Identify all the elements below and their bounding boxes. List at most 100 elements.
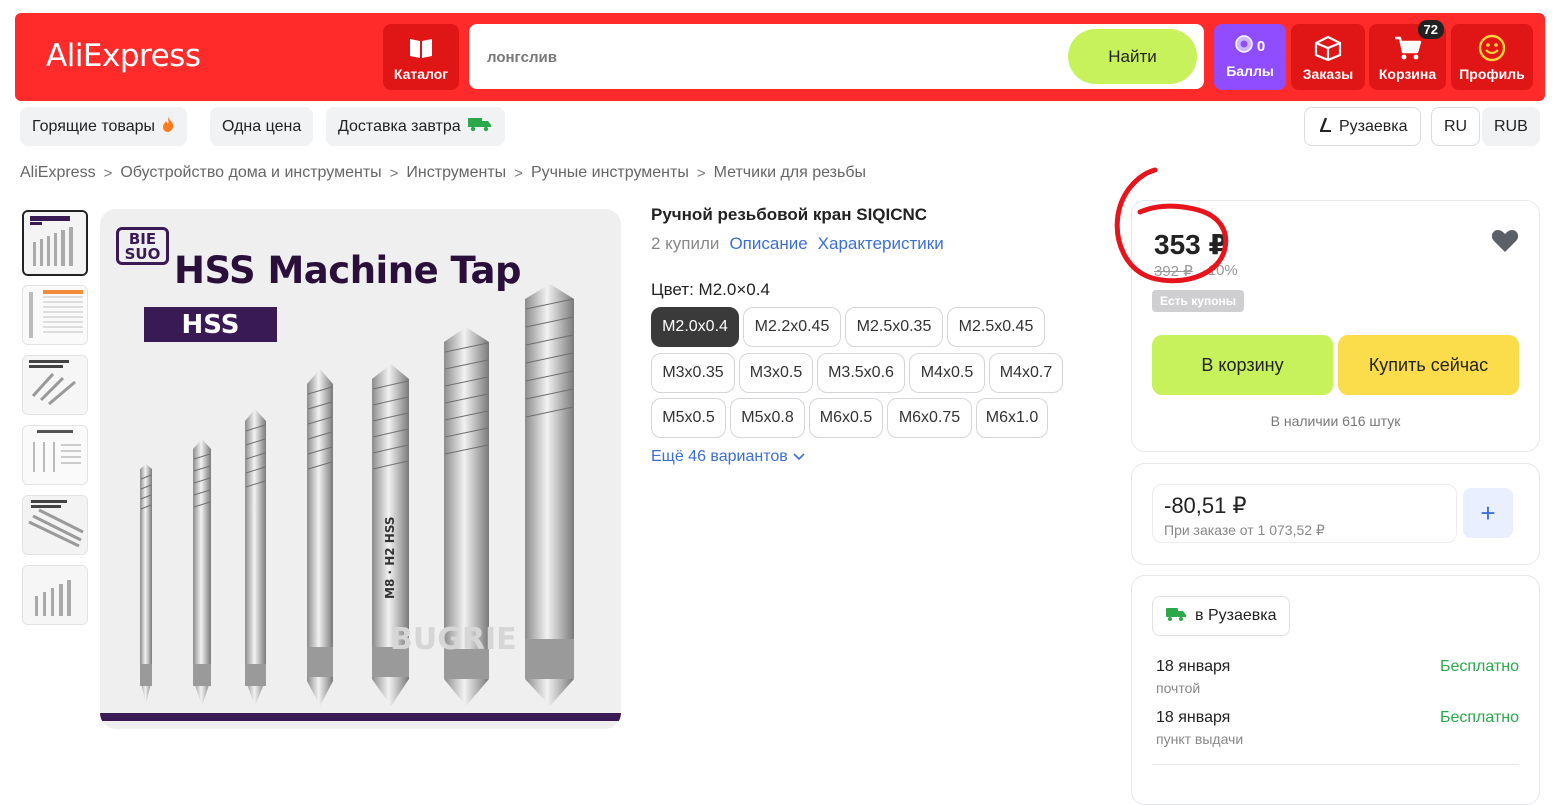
add-to-cart-button[interactable]: В корзину <box>1152 335 1333 395</box>
tap-shank-text: M8 · H2 HSS <box>383 516 397 599</box>
thumbnail-1[interactable] <box>22 210 88 276</box>
breadcrumb-item[interactable]: Инструменты <box>406 164 506 182</box>
delivery-method: пункт выдачи <box>1156 731 1244 747</box>
catalog-button[interactable]: Каталог <box>383 24 459 90</box>
top-header: AliExpress Каталог Найти 0 Баллы Заказы … <box>15 13 1545 101</box>
delivery-card: в Рузаевка 18 января почтой Бесплатно 18… <box>1131 575 1540 805</box>
description-link[interactable]: Описание <box>729 234 807 254</box>
variant-option[interactable]: M4x0.5 <box>909 353 985 393</box>
promo-condition: При заказе от 1 073,52 ₽ <box>1164 522 1325 538</box>
add-promo-button[interactable]: + <box>1463 488 1513 538</box>
discount-percent: -10% <box>1202 262 1238 279</box>
truck-icon <box>1165 606 1187 627</box>
more-variants-label: Ещё 46 вариантов <box>651 448 788 465</box>
promo-discount-box: -80,51 ₽ При заказе от 1 073,52 ₽ <box>1152 484 1457 543</box>
variant-option[interactable]: M2.0x0.4 <box>651 307 739 347</box>
truck-icon <box>467 116 493 137</box>
location-pin-icon <box>1317 115 1333 138</box>
variant-option[interactable]: M2.2x0.45 <box>743 307 841 347</box>
one-price-label: Одна цена <box>222 117 302 135</box>
variant-option[interactable]: M6x0.5 <box>809 398 883 438</box>
variant-option[interactable]: M6x0.75 <box>887 398 972 438</box>
thumbnail-4[interactable] <box>22 425 88 485</box>
variant-option[interactable]: M2.5x0.35 <box>845 307 943 347</box>
taps-illustration: M8 · H2 HSS BUGRIE <box>140 284 574 706</box>
profile-button[interactable]: Профиль <box>1451 24 1533 90</box>
delivery-price: Бесплатно <box>1439 709 1519 726</box>
delivery-tomorrow-chip[interactable]: Доставка завтра <box>326 107 505 146</box>
coupons-badge[interactable]: Есть купоны <box>1152 290 1245 312</box>
hot-deals-label: Горящие товары <box>32 117 155 135</box>
breadcrumb-item[interactable]: AliExpress <box>20 164 96 182</box>
thumbnail-2[interactable] <box>22 285 88 345</box>
product-main-image[interactable]: BIE SUO HSS Machine Tap HSS M8 · H2 HSS … <box>100 209 621 729</box>
delivery-tomorrow-label: Доставка завтра <box>338 117 461 135</box>
thumbnail-6[interactable] <box>22 565 88 625</box>
catalog-label: Каталог <box>393 66 449 82</box>
sold-count: 2 купили <box>651 234 720 253</box>
one-price-chip[interactable]: Одна цена <box>210 107 314 146</box>
color-label: Цвет: M2.0×0.4 <box>651 280 770 299</box>
delivery-city-chip[interactable]: в Рузаевка <box>1152 596 1290 636</box>
image-bottom-bar <box>100 713 621 721</box>
language-selector[interactable]: RU <box>1431 107 1481 146</box>
orders-label: Заказы <box>1302 66 1354 82</box>
promo-amount: -80,51 ₽ <box>1164 493 1247 518</box>
points-count: 0 <box>1256 37 1266 55</box>
watermark-text: BUGRIE <box>390 622 517 657</box>
variant-option[interactable]: M6x1.0 <box>976 398 1048 438</box>
divider <box>1152 764 1519 765</box>
delivery-option: 18 января пункт выдачи Бесплатно <box>1156 709 1519 747</box>
delivery-price: Бесплатно <box>1439 658 1519 675</box>
cart-icon <box>1393 34 1423 62</box>
chevron-right-icon: > <box>389 164 399 182</box>
buy-box: 353 ₽ 392 ₽ -10% Есть купоны В корзину К… <box>1131 200 1540 452</box>
old-price: 392 ₽ <box>1154 263 1193 280</box>
smiley-icon <box>1477 34 1507 62</box>
variant-option[interactable]: M2.5x0.45 <box>947 307 1045 347</box>
heart-icon[interactable] <box>1491 228 1519 258</box>
old-price-row: 392 ₽ -10% <box>1154 262 1238 280</box>
search-button[interactable]: Найти <box>1068 29 1197 84</box>
specs-link[interactable]: Характеристики <box>818 234 944 254</box>
variant-option[interactable]: M3x0.5 <box>739 353 813 393</box>
currency-selector[interactable]: RUB <box>1482 107 1540 146</box>
delivery-method: почтой <box>1156 680 1201 696</box>
variant-option[interactable]: M4x0.7 <box>989 353 1063 393</box>
more-variants-link[interactable]: Ещё 46 вариантов <box>651 448 806 466</box>
language-label: RU <box>1444 117 1468 135</box>
breadcrumb: AliExpress > Обустройство дома и инструм… <box>20 164 866 182</box>
search-bar: Найти <box>469 24 1204 89</box>
cart-count-badge: 72 <box>1417 20 1444 39</box>
variant-option[interactable]: M5x0.5 <box>651 398 726 438</box>
breadcrumb-item[interactable]: Обустройство дома и инструменты <box>120 164 381 182</box>
variant-option[interactable]: M3.5x0.6 <box>817 353 905 393</box>
chevron-right-icon: > <box>696 164 706 182</box>
city-label: Рузаевка <box>1339 117 1408 135</box>
city-selector[interactable]: Рузаевка <box>1304 107 1421 146</box>
current-price: 353 ₽ <box>1154 229 1228 260</box>
cart-button[interactable]: 72 Корзина <box>1369 20 1446 90</box>
variant-option[interactable]: M3x0.35 <box>651 353 735 393</box>
search-input[interactable] <box>487 44 1047 70</box>
variant-option[interactable]: M5x0.8 <box>730 398 805 438</box>
currency-label: RUB <box>1494 117 1528 135</box>
book-icon <box>406 34 436 62</box>
points-button[interactable]: 0 Баллы <box>1214 24 1286 90</box>
promo-card: -80,51 ₽ При заказе от 1 073,52 ₽ + <box>1131 463 1540 565</box>
buy-now-button[interactable]: Купить сейчас <box>1338 335 1519 395</box>
product-title: Ручной резьбовой кран SIQICNC <box>651 205 928 224</box>
hot-deals-chip[interactable]: Горящие товары <box>20 107 187 146</box>
breadcrumb-item[interactable]: Метчики для резьбы <box>714 164 866 182</box>
chevron-down-icon <box>792 448 806 466</box>
thumbnail-3[interactable] <box>22 355 88 415</box>
aliexpress-logo[interactable]: AliExpress <box>46 38 201 74</box>
coin-icon <box>1235 35 1253 57</box>
orders-button[interactable]: Заказы <box>1291 24 1365 90</box>
profile-label: Профиль <box>1459 66 1525 82</box>
chevron-right-icon: > <box>103 164 113 182</box>
thumbnail-5[interactable] <box>22 495 88 555</box>
breadcrumb-item[interactable]: Ручные инструменты <box>531 164 689 182</box>
fire-icon <box>161 116 175 138</box>
box-icon <box>1313 34 1343 62</box>
